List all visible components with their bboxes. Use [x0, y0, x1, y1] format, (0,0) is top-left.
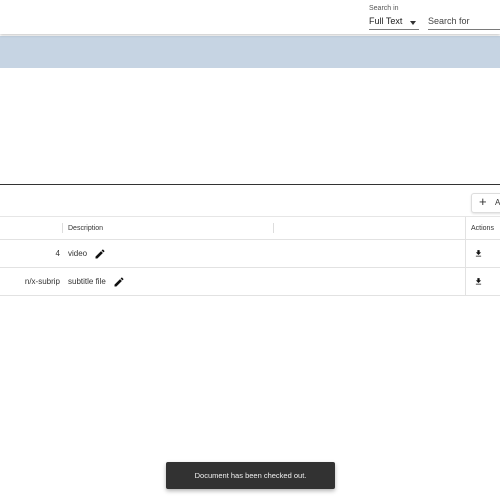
- caret-down-icon: [410, 21, 416, 25]
- search-in-select[interactable]: Full Text: [369, 14, 419, 30]
- column-divider: [273, 223, 274, 233]
- column-header-type: [0, 217, 60, 239]
- download-icon[interactable]: [474, 276, 483, 287]
- table-header: Description Actions: [0, 216, 500, 240]
- search-in-value: Full Text: [369, 16, 403, 26]
- top-bar: Search in Full Text Search for: [0, 0, 500, 34]
- row-description: subtitle file: [68, 268, 268, 295]
- attachments-table: Description Actions 4 video n/x-subrip s…: [0, 216, 500, 296]
- snackbar-message: Document has been checked out.: [194, 471, 307, 480]
- add-attachment-button[interactable]: + A: [471, 193, 500, 213]
- column-divider: [62, 223, 63, 233]
- row-description: video: [68, 240, 268, 267]
- search-placeholder: Search for: [428, 16, 470, 26]
- download-icon[interactable]: [474, 248, 483, 259]
- description-text: subtitle file: [68, 277, 106, 286]
- actions-column-border: [465, 240, 466, 267]
- section-divider: [0, 184, 500, 185]
- table-row: 4 video: [0, 240, 500, 268]
- table-row: n/x-subrip subtitle file: [0, 268, 500, 296]
- add-button-label: A: [495, 198, 500, 207]
- actions-column-border: [465, 217, 466, 239]
- row-type: n/x-subrip: [24, 277, 60, 286]
- actions-column-border: [465, 268, 466, 295]
- description-text: video: [68, 249, 88, 258]
- plus-icon: +: [479, 194, 487, 209]
- column-header-actions: Actions: [471, 224, 494, 232]
- search-input[interactable]: Search for: [428, 14, 500, 30]
- pencil-icon[interactable]: [94, 248, 106, 260]
- column-header-description: Description: [68, 224, 104, 232]
- pencil-icon[interactable]: [113, 276, 125, 288]
- snackbar: Document has been checked out.: [166, 462, 335, 489]
- document-header-band: [0, 36, 500, 68]
- row-type: 4: [55, 249, 60, 258]
- search-in-label: Search in: [369, 5, 399, 12]
